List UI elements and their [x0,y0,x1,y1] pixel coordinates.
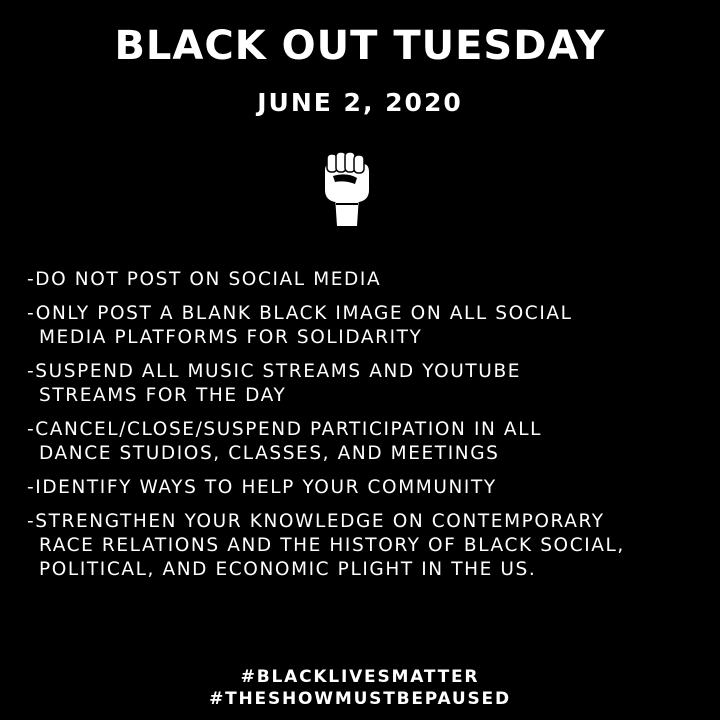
list-item: -IDENTIFY WAYS TO HELP YOUR COMMUNITY [27,477,497,498]
guidelines-list: -DO NOT POST ON SOCIAL MEDIA -ONLY POST … [27,268,707,592]
list-item: -STRENGTHEN YOUR KNOWLEDGE ON CONTEMPORA… [27,511,625,580]
hashtag-blacklivesmatter: #BLACKLIVESMATTER [240,667,480,687]
hashtags: #BLACKLIVESMATTER #THESHOWMUSTBEPAUSED [0,666,720,710]
raised-fist-icon [325,151,369,226]
list-item: -CANCEL/CLOSE/SUSPEND PARTICIPATION IN A… [27,419,543,464]
list-item: -DO NOT POST ON SOCIAL MEDIA [27,269,382,290]
poster-title: BLACK OUT TUESDAY [114,23,606,69]
list-item: -ONLY POST A BLANK BLACK IMAGE ON ALL SO… [27,303,573,348]
list-item: -SUSPEND ALL MUSIC STREAMS AND YOUTUBE S… [27,361,522,406]
hashtag-theshowmustbepaused: #THESHOWMUSTBEPAUSED [209,689,511,709]
poster-date: JUNE 2, 2020 [257,88,463,117]
poster: BLACK OUT TUESDAY JUNE 2, 2020 -DO NOT P… [0,0,720,720]
